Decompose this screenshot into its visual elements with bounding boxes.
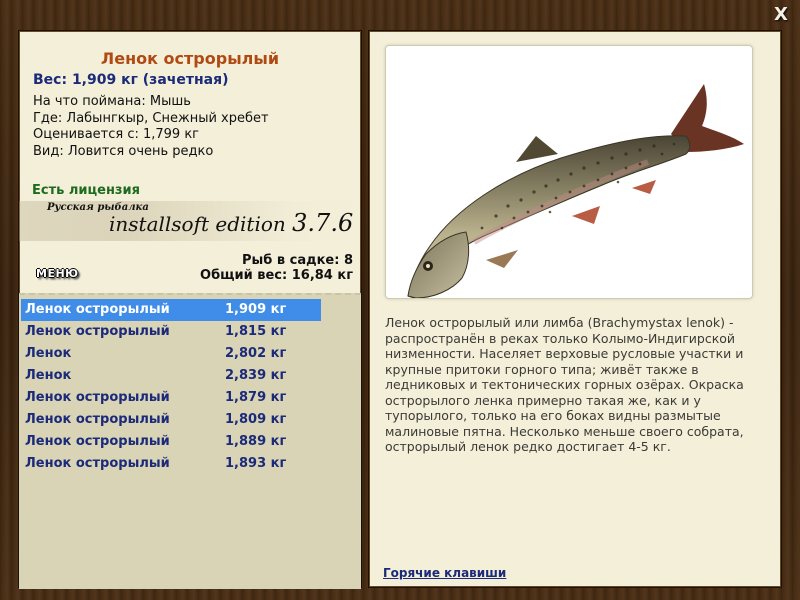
total-weight: Общий вес: 16,84 кг (200, 268, 353, 283)
fish-info-panel: Ленок острорылый Вес: 1,909 кг (зачетная… (18, 30, 362, 589)
catch-fish-weight: 1,879 кг (225, 390, 287, 405)
fish-description: Ленок острорылый или лимба (Brachymystax… (385, 315, 744, 454)
catch-fish-name: Ленок острорылый (25, 302, 170, 317)
catch-fish-name: Ленок острорылый (25, 456, 170, 471)
catch-fish-weight: 1,815 кг (225, 324, 287, 339)
edition-name: installsoft edition (109, 212, 286, 236)
detail-bait: На что поймана: Мышь (33, 94, 191, 109)
catch-fish-weight: 1,909 кг (225, 302, 287, 317)
fish-details: На что поймана: Мышь Где: Лабынгкыр, Сне… (33, 94, 269, 160)
catch-fish-name: Ленок острорылый (25, 434, 170, 449)
catch-list-item[interactable]: Ленок острорылый 1,909 кг (21, 299, 321, 321)
catch-fish-weight: 1,893 кг (225, 456, 287, 471)
fish-photo (385, 45, 753, 299)
catch-fish-name: Ленок (25, 368, 72, 383)
catch-list-item[interactable]: Ленок 2,802 кг (21, 343, 321, 365)
fish-weight: Вес: 1,909 кг (зачетная) (33, 72, 229, 88)
fish-description-panel: Ленок острорылый или лимба (Brachymystax… (368, 30, 782, 588)
catch-list-item[interactable]: Ленок острорылый 1,893 кг (21, 453, 321, 475)
catch-fish-weight: 1,809 кг (225, 412, 287, 427)
catch-list-item[interactable]: Ленок острорылый 1,889 кг (21, 431, 321, 453)
menu-button[interactable]: МЕНЮ (33, 266, 82, 281)
edition-label: installsoft edition 3.7.6 (109, 209, 353, 237)
catch-fish-name: Ленок острорылый (25, 412, 170, 427)
close-icon[interactable]: X (772, 6, 790, 24)
detail-location: Где: Лабынгкыр, Снежный хребет (33, 110, 269, 126)
detail-min-weight: Оценивается с: 1,799 кг (33, 127, 200, 142)
fish-count: Рыб в садке: 8 (241, 253, 353, 268)
license-status: Есть лицензия (32, 183, 140, 198)
catch-fish-weight: 1,889 кг (225, 434, 287, 449)
catch-list-item[interactable]: Ленок 2,839 кг (21, 365, 321, 387)
catch-fish-name: Ленок (25, 346, 72, 361)
lenok-fish-image (407, 84, 744, 298)
catch-fish-name: Ленок острорылый (25, 324, 170, 339)
catch-list-item[interactable]: Ленок острорылый 1,809 кг (21, 409, 321, 431)
catch-fish-weight: 2,839 кг (225, 368, 287, 383)
catch-list[interactable]: Ленок острорылый 1,909 кг Ленок острорылый… (19, 293, 361, 589)
catch-fish-name: Ленок острорылый (25, 390, 170, 405)
catch-fish-weight: 2,802 кг (225, 346, 287, 361)
catch-list-item[interactable]: Ленок острорылый 1,815 кг (21, 321, 321, 343)
hotkeys-link[interactable]: Горячие клавиши (383, 566, 506, 580)
edition-version: 3.7.6 (292, 209, 354, 237)
detail-rarity: Вид: Ловится очень редко (33, 143, 214, 159)
fish-title: Ленок острорылый (100, 49, 280, 68)
keepnet-stats: Рыб в садке: 8 Общий вес: 16,84 кг (200, 253, 353, 283)
catch-list-item[interactable]: Ленок острорылый 1,879 кг (21, 387, 321, 409)
